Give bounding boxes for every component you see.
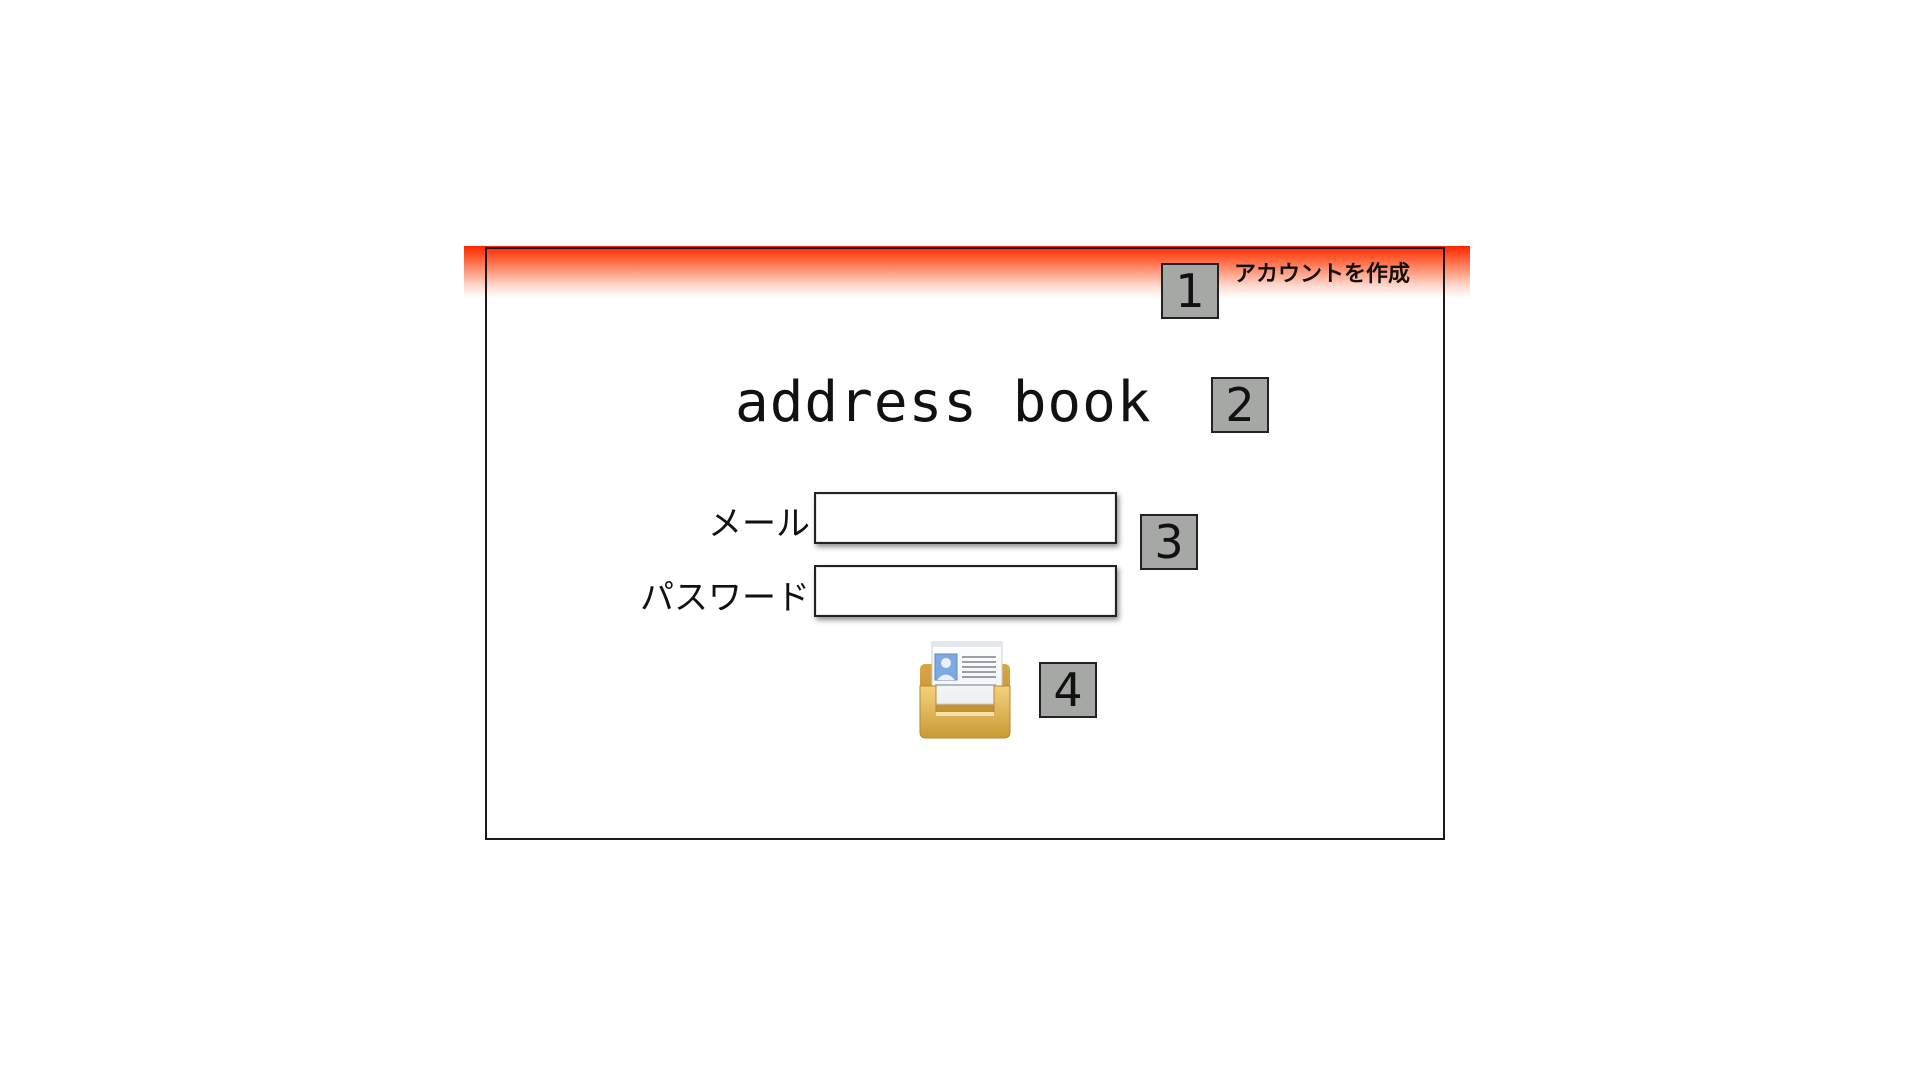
annotation-marker-3: 3 (1140, 514, 1198, 570)
app-logo-title: address book (735, 370, 1152, 435)
login-screen: アカウントを作成 1 address book 2 メール パスワード 3 4 (0, 0, 1920, 1080)
annotation-marker-4: 4 (1039, 662, 1097, 718)
password-field[interactable] (814, 565, 1117, 617)
annotation-marker-2: 2 (1211, 377, 1269, 433)
create-account-link[interactable]: アカウントを作成 (1234, 256, 1410, 288)
email-field[interactable] (814, 492, 1117, 544)
annotation-marker-1: 1 (1161, 263, 1219, 319)
password-label: パスワード (640, 578, 810, 618)
email-label: メール (708, 504, 810, 544)
address-book-tray-icon[interactable] (918, 640, 1012, 740)
